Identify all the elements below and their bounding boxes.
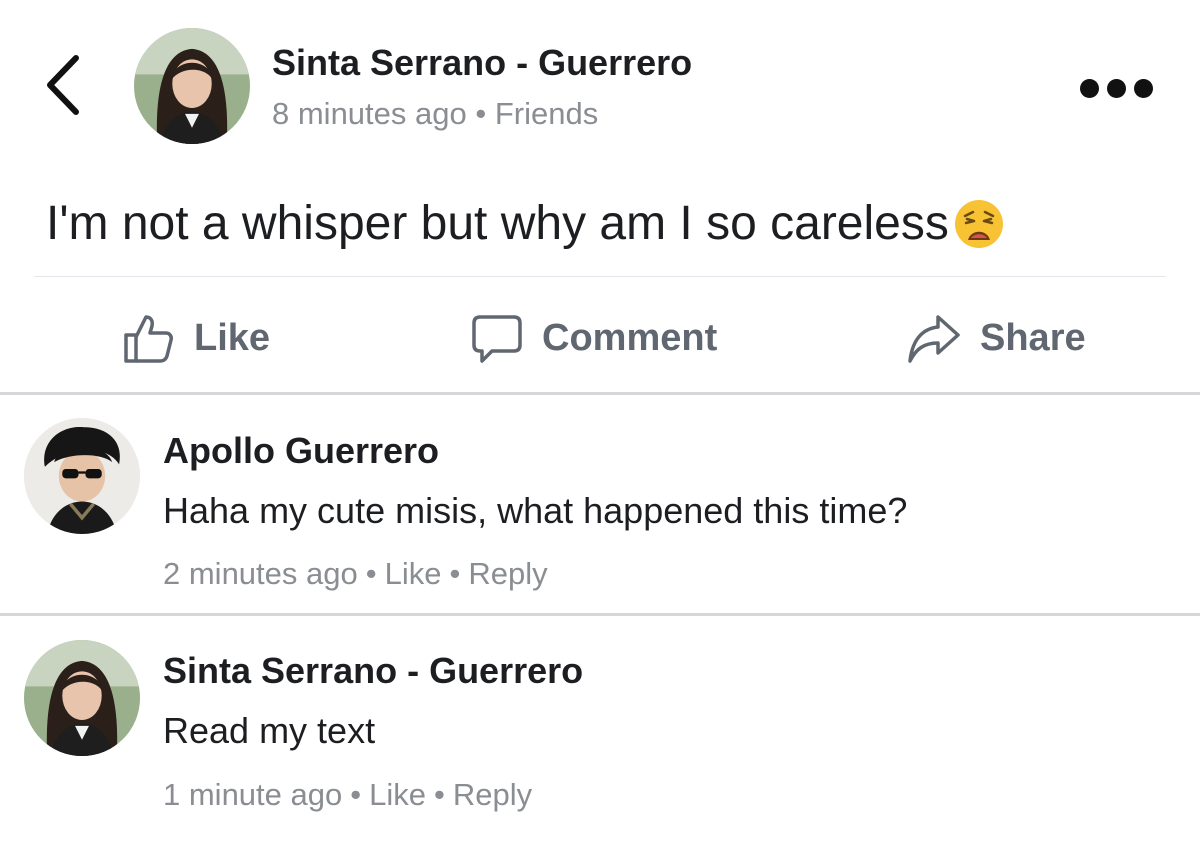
comment-like-link[interactable]: Like: [369, 777, 426, 813]
share-button-label: Share: [980, 316, 1086, 359]
post-author-avatar[interactable]: [134, 28, 250, 144]
avatar-photo: [24, 640, 140, 756]
share-arrow-icon: [908, 315, 960, 363]
avatar-photo: [24, 418, 140, 534]
back-button[interactable]: [40, 52, 90, 118]
comment-author-name[interactable]: Sinta Serrano - Guerrero: [163, 650, 583, 692]
like-button[interactable]: Like: [122, 306, 270, 370]
comment-text: Haha my cute misis, what happened this t…: [163, 490, 908, 531]
post-divider: [34, 276, 1166, 277]
comment-divider: [0, 613, 1200, 616]
comment-avatar[interactable]: [24, 418, 140, 534]
comment-button[interactable]: Comment: [470, 306, 717, 370]
weary-face-emoji-icon: [954, 199, 1003, 248]
comment-bubble-icon: [472, 315, 522, 363]
comment-button-label: Comment: [542, 316, 718, 359]
more-horizontal-icon-dot: [1107, 78, 1126, 98]
meta-separator: •: [365, 556, 377, 591]
comment-like-link[interactable]: Like: [385, 556, 442, 592]
comment-reply-link[interactable]: Reply: [468, 556, 547, 592]
post-audience[interactable]: Friends: [495, 96, 598, 131]
comment-timestamp[interactable]: 2 minutes ago: [163, 556, 358, 592]
post-body: I'm not a whisper but why am I so carele…: [46, 196, 1005, 251]
avatar-photo: [134, 28, 250, 144]
share-button[interactable]: Share: [906, 306, 1086, 370]
comment-meta: 1 minute ago • Like • Reply: [163, 777, 532, 813]
comment-reply-link[interactable]: Reply: [453, 777, 532, 813]
comment-avatar[interactable]: [24, 640, 140, 756]
comment-meta: 2 minutes ago • Like • Reply: [163, 556, 548, 592]
post-author-name[interactable]: Sinta Serrano - Guerrero: [272, 42, 692, 84]
meta-separator: •: [449, 556, 461, 591]
more-horizontal-icon-dot: [1080, 78, 1099, 98]
meta-separator: •: [433, 777, 445, 812]
comment-author-name[interactable]: Apollo Guerrero: [163, 430, 439, 472]
meta-separator: •: [475, 96, 487, 131]
chevron-left-icon: [47, 55, 79, 115]
meta-separator: •: [350, 777, 362, 812]
like-button-label: Like: [194, 316, 271, 359]
thumbs-up-icon: [124, 315, 173, 363]
comment-timestamp[interactable]: 1 minute ago: [163, 777, 342, 813]
more-options-button[interactable]: [1080, 72, 1156, 104]
post-text: I'm not a whisper but why am I so carele…: [46, 197, 949, 250]
post-timestamp[interactable]: 8 minutes ago: [272, 96, 467, 131]
actions-divider: [0, 392, 1200, 395]
comment-text: Read my text: [163, 710, 376, 751]
post-meta: 8 minutes ago • Friends: [272, 96, 598, 132]
more-horizontal-icon-dot: [1134, 78, 1153, 98]
